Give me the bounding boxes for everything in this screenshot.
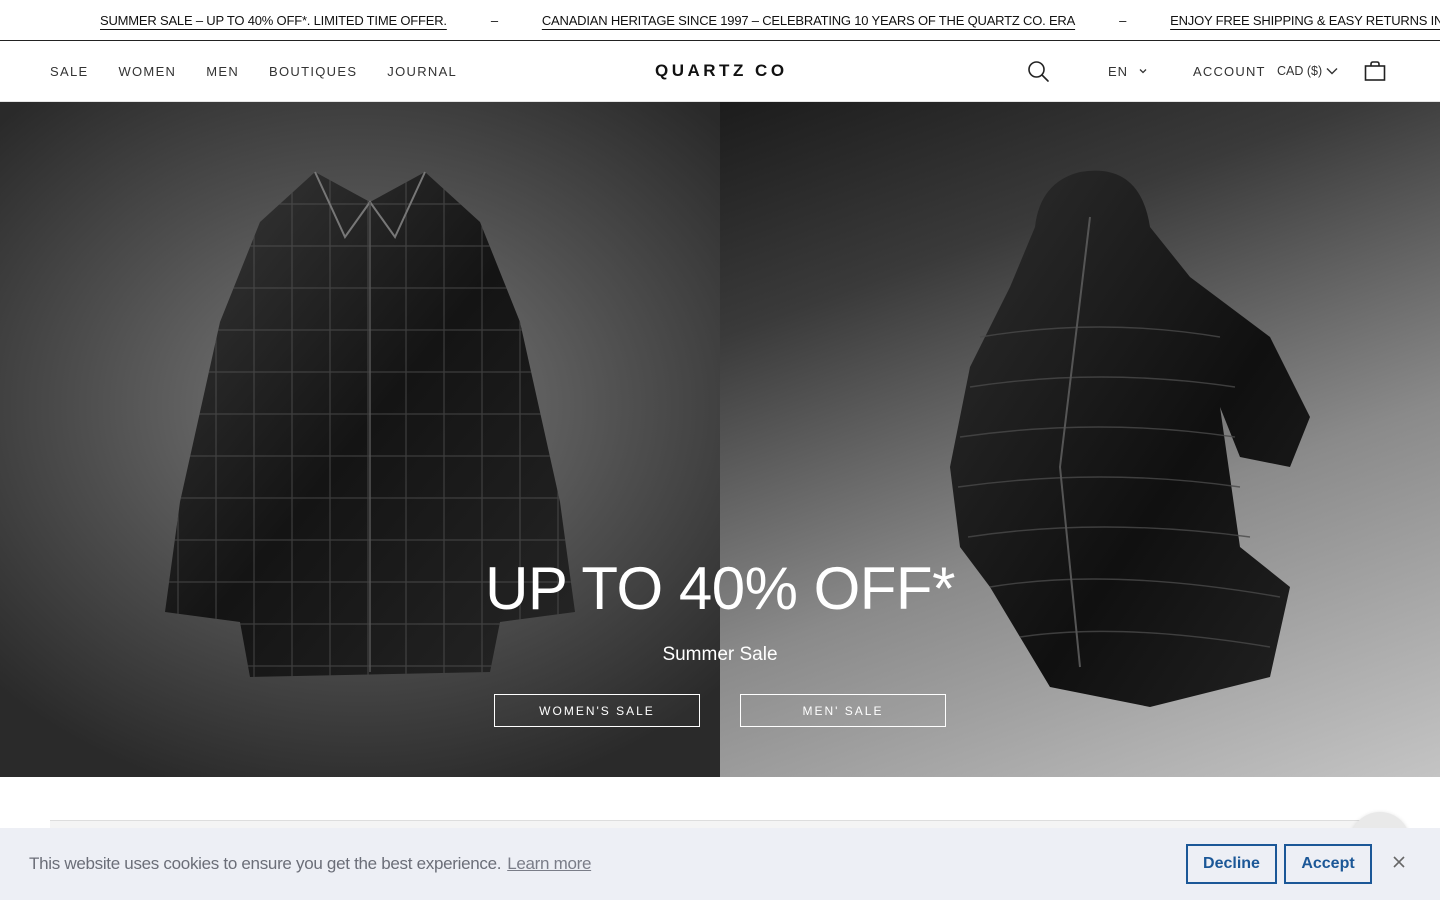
accept-cookies-button[interactable]: Accept xyxy=(1284,844,1372,884)
womens-sale-button[interactable]: WOMEN'S SALE xyxy=(494,694,700,727)
search-icon[interactable] xyxy=(1026,59,1050,83)
announcement-separator: – xyxy=(490,12,498,28)
currency-label: CAD ($) xyxy=(1277,64,1323,78)
nav-link-boutiques[interactable]: BOUTIQUES xyxy=(269,64,357,79)
announcement-item-heritage[interactable]: CANADIAN HERITAGE SINCE 1997 – CELEBRATI… xyxy=(542,13,1075,28)
cookie-message-text: This website uses cookies to ensure you … xyxy=(29,854,502,873)
language-selector[interactable]: EN xyxy=(1108,41,1148,101)
nav-link-journal[interactable]: JOURNAL xyxy=(387,64,457,79)
chevron-down-icon xyxy=(1139,69,1147,74)
mens-sale-button[interactable]: MEN' SALE xyxy=(740,694,946,727)
nav-link-women[interactable]: WOMEN xyxy=(118,64,176,79)
nav-link-sale[interactable]: SALE xyxy=(50,64,88,79)
announcement-item-sale[interactable]: SUMMER SALE – UP TO 40% OFF*. LIMITED TI… xyxy=(100,13,447,28)
learn-more-link[interactable]: Learn more xyxy=(507,854,591,874)
announcement-track: SUMMER SALE – UP TO 40% OFF*. LIMITED TI… xyxy=(100,0,1440,40)
announcement-bar: SUMMER SALE – UP TO 40% OFF*. LIMITED TI… xyxy=(0,0,1440,41)
brand-logo[interactable]: QUARTZ CO xyxy=(655,41,788,101)
announcement-separator: – xyxy=(1119,12,1127,28)
hero-banner: UP TO 40% OFF* Summer Sale WOMEN'S SALE … xyxy=(0,102,1440,777)
cookie-message: This website uses cookies to ensure you … xyxy=(29,828,591,900)
decline-cookies-button[interactable]: Decline xyxy=(1186,844,1277,884)
currency-selector[interactable]: CAD ($) xyxy=(1277,41,1339,101)
main-nav: SALE WOMEN MEN BOUTIQUES JOURNAL xyxy=(50,41,457,101)
quilted-jacket-image xyxy=(165,171,575,677)
nav-link-men[interactable]: MEN xyxy=(206,64,239,79)
hero-image-men[interactable] xyxy=(720,102,1440,777)
shopping-bag-icon[interactable] xyxy=(1363,59,1387,83)
site-header: SALE WOMEN MEN BOUTIQUES JOURNAL QUARTZ … xyxy=(0,41,1440,102)
hero-image-women[interactable] xyxy=(0,102,720,777)
chevron-down-icon xyxy=(1326,68,1338,75)
account-link[interactable]: ACCOUNT xyxy=(1193,41,1266,101)
announcement-item-shipping[interactable]: ENJOY FREE SHIPPING & EASY RETURNS IN CA… xyxy=(1170,13,1440,28)
language-label: EN xyxy=(1108,63,1129,79)
puffer-jacket-image xyxy=(950,170,1310,707)
close-icon[interactable] xyxy=(1390,853,1408,871)
cookie-banner: This website uses cookies to ensure you … xyxy=(0,828,1440,900)
